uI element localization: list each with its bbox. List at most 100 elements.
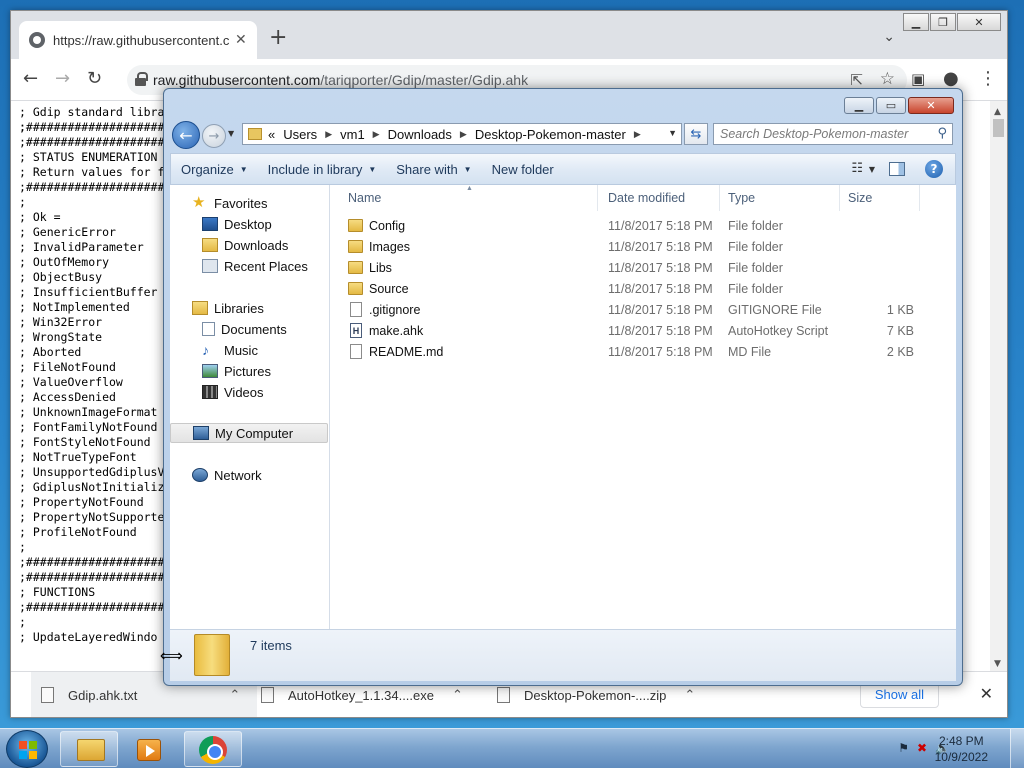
file-name-cell[interactable]: Source xyxy=(348,278,409,299)
refresh-button[interactable]: ⇆ xyxy=(684,123,708,145)
file-name-cell[interactable]: Libs xyxy=(348,257,392,278)
breadcrumb-item[interactable]: Downloads ▶ xyxy=(388,127,467,142)
close-download-bar-icon[interactable]: ✕ xyxy=(980,684,993,703)
breadcrumb-item[interactable]: vm1 ▶ xyxy=(340,127,379,142)
chevron-right-icon[interactable]: ▶ xyxy=(634,129,641,140)
taskbar-chrome-button[interactable] xyxy=(184,731,242,767)
taskbar-media-player-button[interactable] xyxy=(122,731,176,767)
breadcrumb[interactable]: « Users ▶ vm1 ▶ Downloads ▶ Desktop-Pokemon… xyxy=(242,123,682,145)
minimize-button[interactable]: ▁ xyxy=(903,13,929,31)
bookmark-star-icon[interactable]: ☆ xyxy=(880,69,895,89)
nav-label: Pictures xyxy=(224,363,271,379)
nav-favorites[interactable]: ★ Favorites xyxy=(170,193,328,213)
code-line: ; InsufficientBuffer xyxy=(19,285,158,299)
table-row[interactable]: Hmake.ahk 11/8/2017 5:18 PM AutoHotkey Scr… xyxy=(330,320,956,341)
table-row[interactable]: Source 11/8/2017 5:18 PM File folder xyxy=(330,278,956,299)
back-button[interactable]: ← xyxy=(172,121,200,149)
file-name-cell[interactable]: README.md xyxy=(348,341,443,362)
download-menu-chevron-icon[interactable]: ⌃ xyxy=(452,687,463,703)
new-folder-button[interactable]: New folder xyxy=(482,162,564,177)
chevron-right-icon[interactable]: ▶ xyxy=(460,129,467,140)
organize-menu[interactable]: Organize ▼ xyxy=(171,162,258,177)
views-dropdown-icon[interactable]: ▼ xyxy=(869,165,875,174)
breadcrumb-item[interactable]: Desktop-Pokemon-master ▶ xyxy=(475,127,641,142)
scrollbar-thumb[interactable] xyxy=(993,119,1004,137)
close-button[interactable]: ✕ xyxy=(957,13,1001,31)
side-panel-icon[interactable]: ▣ xyxy=(911,69,925,89)
forward-arrow-icon[interactable]: → xyxy=(55,69,70,89)
network-icon xyxy=(192,468,208,482)
nav-network[interactable]: Network xyxy=(170,465,328,485)
download-filename: AutoHotkey_1.1.34....exe xyxy=(288,687,434,703)
reload-icon[interactable]: ↻ xyxy=(87,69,102,89)
chevron-right-icon[interactable]: ▶ xyxy=(373,129,380,140)
column-type[interactable]: Type xyxy=(720,185,840,211)
nav-videos[interactable]: Videos xyxy=(170,382,328,402)
nav-my-computer[interactable]: My Computer xyxy=(170,423,328,443)
url-text[interactable]: raw.githubusercontent.com/tariqporter/Gd… xyxy=(153,72,528,88)
date-modified-cell: 11/8/2017 5:18 PM xyxy=(608,302,713,317)
breadcrumb-item[interactable]: Users ▶ xyxy=(283,127,332,142)
lock-icon[interactable] xyxy=(135,72,148,86)
nav-desktop[interactable]: Desktop xyxy=(170,214,328,234)
include-in-library-menu[interactable]: Include in library ▼ xyxy=(258,162,387,177)
file-name-cell[interactable]: .gitignore xyxy=(348,299,420,320)
maximize-button[interactable]: ❐ xyxy=(930,13,956,31)
recent-pages-chevron-icon[interactable]: ▼ xyxy=(228,129,234,138)
nav-libraries[interactable]: Libraries xyxy=(170,298,328,318)
maximize-button[interactable]: ▭ xyxy=(876,97,906,114)
file-name: README.md xyxy=(369,344,444,359)
show-desktop-button[interactable] xyxy=(1010,729,1024,768)
taskbar-explorer-button[interactable] xyxy=(60,731,118,767)
tab-search-chevron-icon[interactable]: ⌄ xyxy=(883,29,895,45)
tab-close-icon[interactable]: ✕ xyxy=(235,32,247,48)
clock[interactable]: 2:48 PM 10/9/2022 xyxy=(935,733,988,765)
raw-file-content: ; Gdip standard libra; ;#################… xyxy=(19,105,179,675)
views-icon[interactable]: ☷ xyxy=(851,161,863,176)
action-center-icon[interactable]: ⚑ xyxy=(898,741,909,755)
nav-recent-places[interactable]: Recent Places xyxy=(170,256,328,276)
download-menu-chevron-icon[interactable]: ⌃ xyxy=(684,687,695,703)
table-row[interactable]: Images 11/8/2017 5:18 PM File folder xyxy=(330,236,956,257)
column-date-modified[interactable]: Date modified xyxy=(600,185,720,211)
close-button[interactable]: ✕ xyxy=(908,97,954,114)
scroll-down-arrow-icon[interactable]: ▼ xyxy=(994,659,1001,669)
breadcrumb-overflow[interactable]: « xyxy=(268,127,275,142)
page-scrollbar[interactable]: ▲ ▼ xyxy=(990,101,1007,673)
scroll-up-arrow-icon[interactable]: ▲ xyxy=(994,107,1001,117)
table-row[interactable]: Libs 11/8/2017 5:18 PM File folder xyxy=(330,257,956,278)
table-row[interactable]: .gitignore 11/8/2017 5:18 PM GITIGNORE Fil… xyxy=(330,299,956,320)
minimize-button[interactable]: ▁ xyxy=(844,97,874,114)
download-menu-chevron-icon[interactable]: ⌃ xyxy=(229,687,240,703)
search-input[interactable] xyxy=(714,124,924,144)
table-row[interactable]: Config 11/8/2017 5:18 PM File folder xyxy=(330,215,956,236)
start-button[interactable] xyxy=(6,730,48,768)
file-name-cell[interactable]: Images xyxy=(348,236,410,257)
share-with-menu[interactable]: Share with ▼ xyxy=(386,162,481,177)
chrome-window-controls: ▁ ❐ ✕ xyxy=(902,13,1001,31)
network-warning-icon[interactable]: ✖ xyxy=(917,741,927,755)
profile-avatar-icon[interactable]: ● xyxy=(943,69,959,89)
folder-icon xyxy=(348,261,363,274)
search-box[interactable]: ⚲ xyxy=(713,123,953,145)
globe-icon xyxy=(29,32,45,48)
table-row[interactable]: README.md 11/8/2017 5:18 PM MD File 2 KB xyxy=(330,341,956,362)
share-icon[interactable]: ⇱ xyxy=(850,71,863,89)
file-name-cell[interactable]: Config xyxy=(348,215,405,236)
new-tab-button[interactable]: + xyxy=(269,27,287,49)
kebab-menu-icon[interactable]: ⋮ xyxy=(979,69,997,89)
nav-pictures[interactable]: Pictures xyxy=(170,361,328,381)
browser-tab[interactable]: https://raw.githubusercontent.co ✕ xyxy=(19,21,257,59)
nav-downloads[interactable]: Downloads xyxy=(170,235,328,255)
back-arrow-icon[interactable]: ← xyxy=(23,69,38,89)
address-dropdown-icon[interactable]: ▼ xyxy=(668,128,677,138)
nav-music[interactable]: ♪ Music xyxy=(170,340,328,360)
nav-documents[interactable]: Documents xyxy=(170,319,328,339)
help-icon[interactable]: ? xyxy=(925,160,943,178)
file-name-cell[interactable]: Hmake.ahk xyxy=(348,320,423,341)
chevron-right-icon[interactable]: ▶ xyxy=(325,129,332,140)
column-size[interactable]: Size xyxy=(840,185,920,211)
preview-pane-icon[interactable] xyxy=(889,162,905,176)
forward-button[interactable]: → xyxy=(202,124,226,148)
search-icon[interactable]: ⚲ xyxy=(937,126,947,141)
